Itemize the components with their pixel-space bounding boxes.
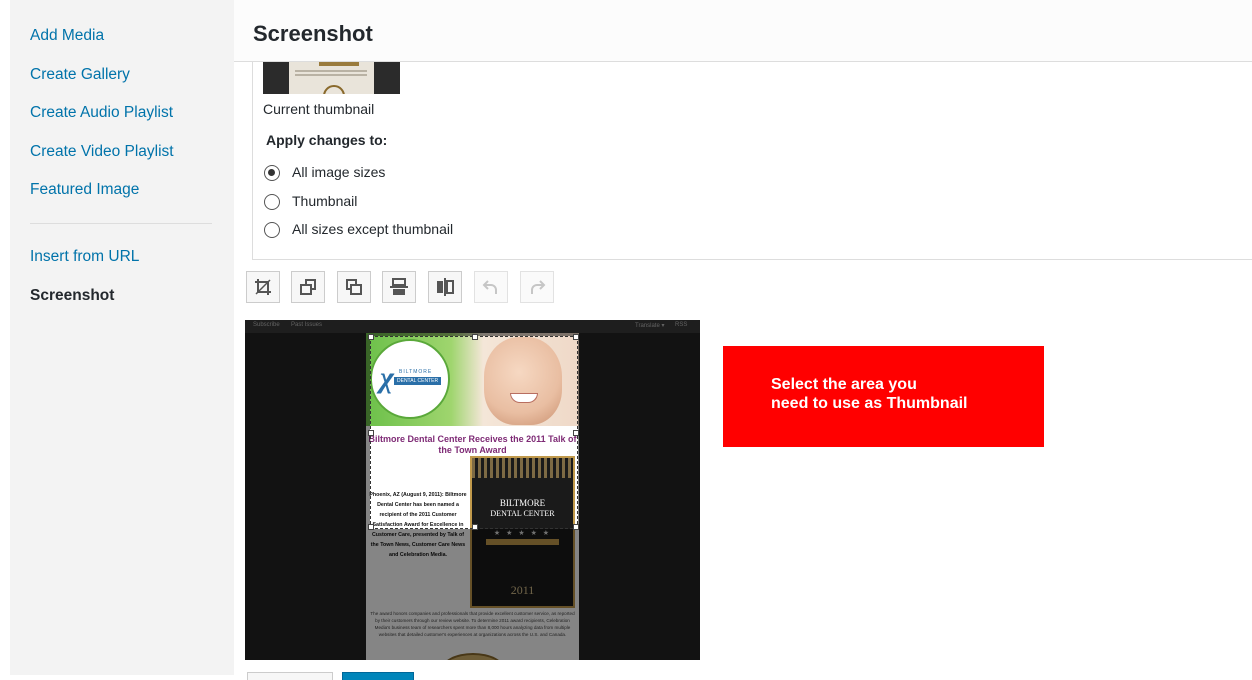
cancel-button[interactable] <box>247 672 333 680</box>
callout-line2: need to use as Thumbnail <box>771 395 968 412</box>
rotate-right-icon <box>346 279 362 295</box>
image-crop-editor[interactable]: Subscribe Past Issues Translate ▾ RSS χ … <box>245 320 700 660</box>
crop-handle-se[interactable] <box>573 524 579 530</box>
callout-text: Select the area you need to use as Thumb… <box>771 375 967 413</box>
thumbnail-banner <box>319 62 359 66</box>
crop-overlay <box>245 336 370 529</box>
sidebar-item-insert-from-url[interactable]: Insert from URL <box>30 248 139 266</box>
crop-overlay <box>245 529 700 660</box>
page-title: Screenshot <box>253 21 373 46</box>
instruction-callout: Select the area you need to use as Thumb… <box>723 346 1044 447</box>
redo-button[interactable] <box>520 271 554 303</box>
sidebar-item-create-gallery[interactable]: Create Gallery <box>30 66 130 84</box>
flip-vertical-icon <box>390 278 408 295</box>
crop-handle-ne[interactable] <box>573 334 579 340</box>
flip-horizontal-button[interactable] <box>428 271 462 303</box>
sidebar-item-add-media[interactable]: Add Media <box>30 27 104 45</box>
sidebar-item-featured-image[interactable]: Featured Image <box>30 181 139 199</box>
crop-handle-n[interactable] <box>472 334 478 340</box>
sidebar-item-screenshot[interactable]: Screenshot <box>30 287 114 305</box>
crop-handle-sw[interactable] <box>368 524 374 530</box>
flip-horizontal-icon <box>437 278 454 296</box>
current-thumbnail-image <box>263 62 400 94</box>
rotate-left-icon <box>300 279 316 295</box>
undo-icon <box>482 280 497 294</box>
crop-handle-s[interactable] <box>472 524 478 530</box>
rotate-left-button[interactable] <box>291 271 325 303</box>
modal-title-bar: Screenshot <box>234 0 1252 62</box>
sidebar-item-create-video-playlist[interactable]: Create Video Playlist <box>30 143 174 161</box>
crop-button[interactable] <box>246 271 280 303</box>
rotate-right-button[interactable] <box>337 271 371 303</box>
radio-button[interactable] <box>264 194 280 210</box>
sidebar-item-create-audio-playlist[interactable]: Create Audio Playlist <box>30 104 173 122</box>
callout-line1: Select the area you <box>771 376 917 393</box>
crop-selection-box[interactable] <box>368 334 579 530</box>
thumbnail-medal <box>323 85 345 94</box>
media-modal-sidebar: Add Media Create Gallery Create Audio Pl… <box>10 0 234 675</box>
save-button[interactable] <box>342 672 414 680</box>
crop-overlay <box>578 336 700 529</box>
thumbnail-text-line <box>295 74 367 76</box>
flip-vertical-button[interactable] <box>382 271 416 303</box>
thumbnail-text-line <box>295 70 367 72</box>
crop-handle-w[interactable] <box>368 430 374 436</box>
crop-handle-e[interactable] <box>573 430 579 436</box>
undo-button[interactable] <box>474 271 508 303</box>
radio-label: Thumbnail <box>292 193 358 209</box>
radio-button-checked[interactable] <box>264 165 280 181</box>
thumbnail-page <box>289 62 374 94</box>
current-thumbnail-label: Current thumbnail <box>263 101 375 117</box>
radio-button[interactable] <box>264 222 280 238</box>
crop-icon <box>255 279 271 295</box>
radio-label: All image sizes <box>292 164 386 180</box>
radio-label: All sizes except thumbnail <box>292 221 454 237</box>
crop-handle-nw[interactable] <box>368 334 374 340</box>
redo-icon <box>531 280 546 294</box>
sidebar-separator <box>30 223 212 224</box>
apply-changes-label: Apply changes to: <box>266 132 388 148</box>
